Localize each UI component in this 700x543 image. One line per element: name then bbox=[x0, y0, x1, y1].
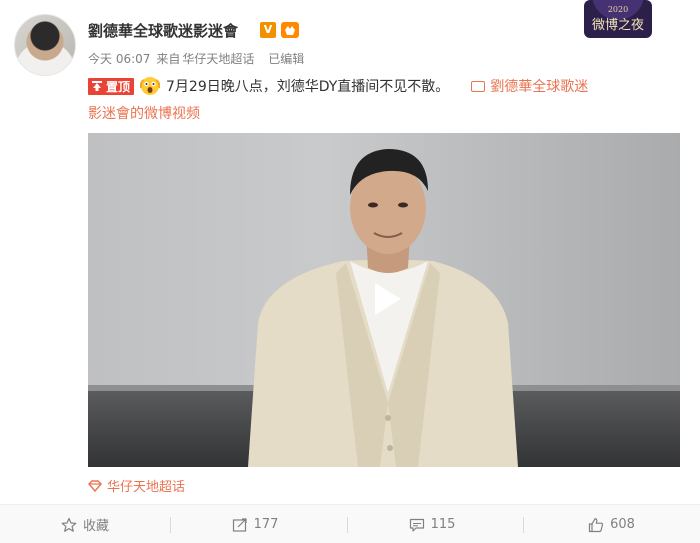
video-source-link[interactable]: 劉德華全球歌迷 bbox=[471, 76, 588, 96]
action-bar: 收藏 177 115 608 bbox=[0, 504, 700, 543]
weibo-night-year: 2020 bbox=[608, 5, 628, 14]
repost-icon bbox=[232, 517, 247, 532]
video-player[interactable] bbox=[88, 133, 680, 467]
fan-club-badge-icon bbox=[281, 22, 299, 38]
verified-badge-icon: V bbox=[260, 22, 276, 38]
weibo-night-badge-icon: 2020 微博之夜 bbox=[584, 0, 652, 38]
video-link-icon bbox=[471, 80, 486, 92]
post-text-line: 置顶 7月29日晚八点，刘德华DY直播间不见不散。 劉德華全球歌迷 bbox=[88, 76, 588, 96]
diamond-icon bbox=[88, 479, 102, 492]
post-time[interactable]: 今天 06:07 bbox=[88, 52, 150, 66]
star-icon bbox=[61, 517, 77, 532]
supertopic-link[interactable]: 华仔天地超话 bbox=[88, 476, 185, 495]
repost-button[interactable]: 177 bbox=[170, 505, 340, 543]
comment-icon bbox=[409, 518, 424, 532]
edited-label[interactable]: 已编辑 bbox=[268, 52, 304, 66]
favorite-button[interactable]: 收藏 bbox=[0, 505, 170, 543]
video-link-text-1[interactable]: 劉德華全球歌迷 bbox=[490, 76, 588, 96]
username[interactable]: 劉德華全球歌迷影迷會 bbox=[88, 20, 238, 41]
source-link[interactable]: 华仔天地超话 bbox=[182, 52, 254, 66]
like-count: 608 bbox=[610, 517, 635, 532]
like-button[interactable]: 608 bbox=[523, 505, 700, 543]
video-link-text-2[interactable]: 影迷會的微博视频 bbox=[88, 103, 200, 123]
scream-emoji-icon bbox=[140, 77, 161, 95]
favorite-label: 收藏 bbox=[82, 519, 109, 534]
play-icon[interactable] bbox=[359, 273, 411, 325]
post-text: 7月29日晚八点，刘德华DY直播间不见不散。 bbox=[166, 79, 450, 95]
pin-tag: 置顶 bbox=[88, 77, 135, 95]
source-prefix: 来自 bbox=[156, 52, 181, 66]
thumbs-up-icon bbox=[588, 517, 604, 532]
pin-label: 置顶 bbox=[106, 79, 131, 94]
comment-button[interactable]: 115 bbox=[347, 505, 517, 543]
post-meta: 今天 06:07 来自 华仔天地超话 已编辑 bbox=[88, 50, 310, 67]
pin-icon bbox=[92, 81, 102, 91]
repost-count: 177 bbox=[253, 517, 279, 532]
comment-count: 115 bbox=[430, 517, 456, 532]
supertopic-label[interactable]: 华仔天地超话 bbox=[107, 476, 185, 495]
avatar[interactable] bbox=[14, 14, 76, 76]
weibo-night-text: 微博之夜 bbox=[592, 18, 644, 33]
